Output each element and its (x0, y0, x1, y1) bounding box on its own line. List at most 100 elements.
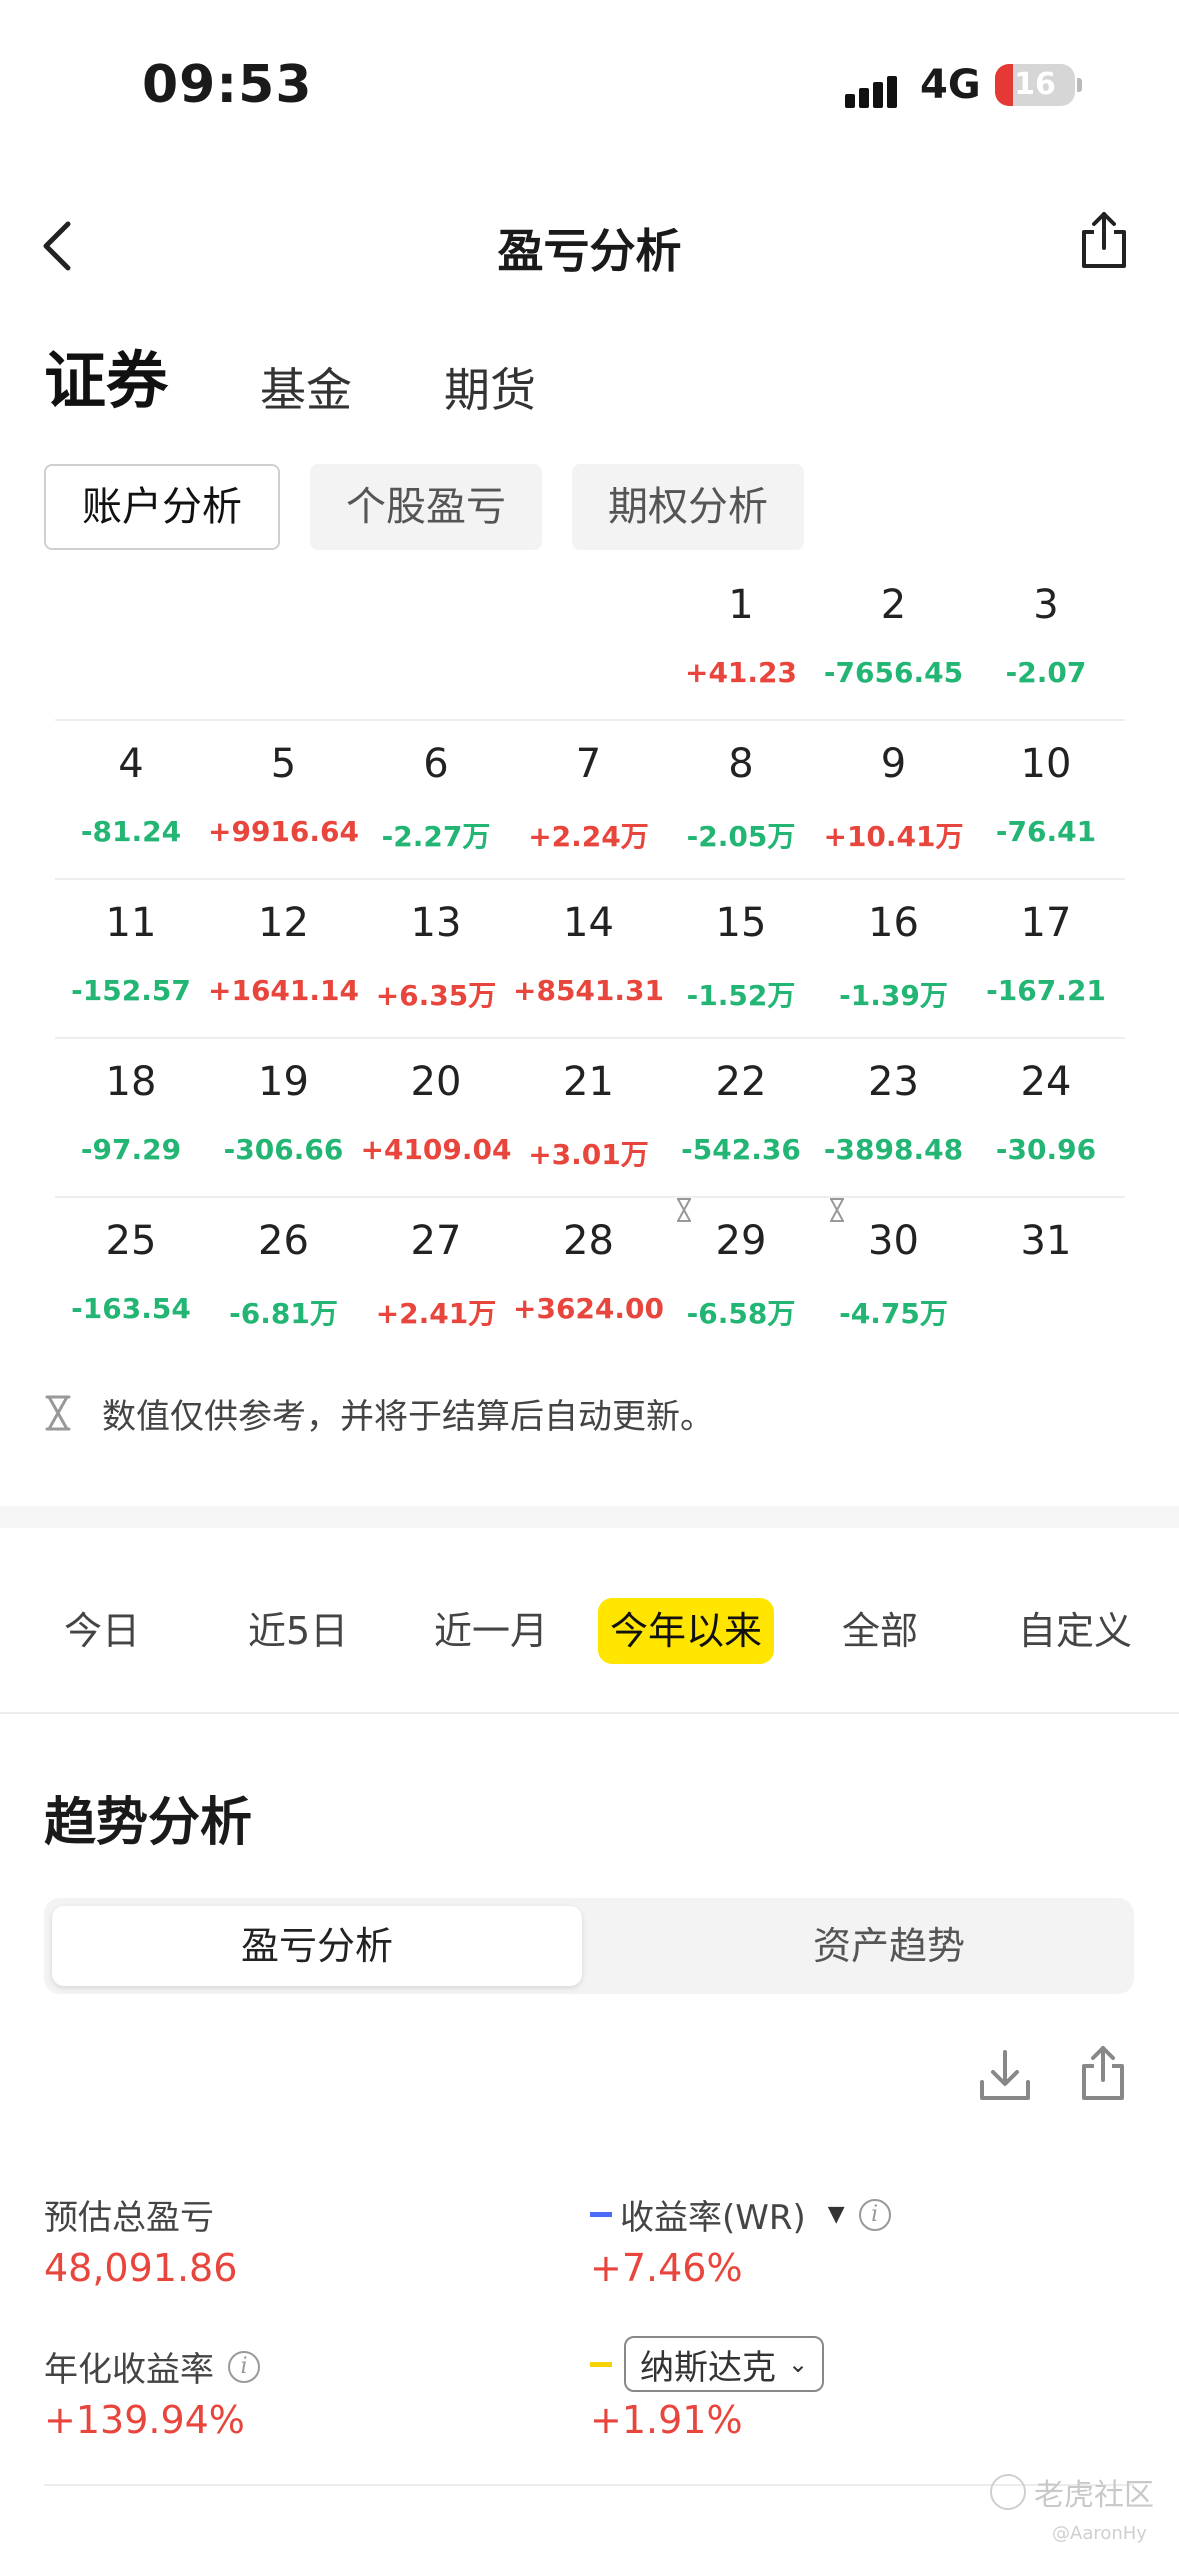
calendar-day-number: 18 (105, 1059, 157, 1105)
calendar-day-number: 20 (410, 1059, 462, 1105)
return-rate-label[interactable]: 收益率(WR) ▼ i (590, 2190, 891, 2239)
calendar-day-pnl: +3624.00 (513, 1292, 664, 1325)
calendar-day-cell[interactable]: 27 +2.41万 (360, 1198, 512, 1357)
period-custom[interactable]: 自定义 (1006, 1598, 1144, 1664)
share-chart-icon[interactable] (1078, 2044, 1128, 2102)
calendar-day-number: 28 (563, 1218, 614, 1264)
calendar-day-number: 5 (270, 741, 297, 787)
calendar-day-pnl: -7656.45 (823, 656, 964, 689)
calendar-day-cell[interactable]: 13 +6.35万 (360, 880, 512, 1039)
calendar-day-cell[interactable]: 6 -2.27万 (360, 721, 512, 880)
calendar-day-cell[interactable]: 8 -2.05万 (665, 721, 817, 880)
calendar-day-number: 8 (728, 741, 754, 787)
tab-stock-pnl[interactable]: 个股盈亏 (310, 464, 542, 550)
info-icon[interactable]: i (858, 2198, 891, 2231)
calendar-day-pnl: +9916.64 (208, 815, 359, 848)
calendar-day-cell[interactable]: 28 +3624.00 (513, 1198, 665, 1357)
segment-asset-trend[interactable]: 资产趋势 (624, 1906, 1154, 1986)
calendar-day-cell[interactable]: 10 -76.41 (970, 721, 1122, 880)
calendar-day-number: 14 (563, 900, 614, 946)
calendar-day-cell[interactable]: 20 +4109.04 (360, 1039, 512, 1198)
tab-funds[interactable]: 基金 (260, 354, 352, 420)
period-1month[interactable]: 近一月 (422, 1598, 560, 1664)
calendar-day-cell[interactable]: 23 -3898.48 (818, 1039, 970, 1198)
calendar-day-pnl: +41.23 (684, 656, 798, 689)
calendar-day-pnl: -81.24 (80, 815, 182, 848)
calendar-day-cell[interactable]: 12 +1641.14 (208, 880, 360, 1039)
calendar-day-cell[interactable]: 29 -6.58万 (665, 1198, 817, 1357)
calendar-day-number: 25 (105, 1218, 157, 1264)
calendar-day-cell[interactable]: 7 +2.24万 (513, 721, 665, 880)
calendar-day-pnl: +10.41万 (823, 820, 964, 853)
status-time: 09:53 (142, 55, 313, 115)
brand-logo-icon (990, 2474, 1026, 2510)
tab-futures[interactable]: 期货 (444, 354, 536, 420)
hourglass-icon (45, 1395, 71, 1431)
calendar-day-cell[interactable]: 9 +10.41万 (818, 721, 970, 880)
calendar-day-pnl: -76.41 (995, 815, 1097, 848)
tab-securities[interactable]: 证券 (44, 330, 168, 420)
calendar-day-number: 13 (410, 900, 462, 946)
calendar-day-pnl: -167.21 (986, 974, 1106, 1007)
segment-pnl[interactable]: 盈亏分析 (52, 1906, 582, 1986)
section-gap (0, 1506, 1179, 1528)
calendar-day-cell[interactable]: 18 -97.29 (55, 1039, 207, 1198)
watermark-user: @AaronHy (1052, 2523, 1147, 2544)
battery-tip (1077, 78, 1082, 92)
battery-level: 16 (1014, 67, 1056, 102)
calendar-day-cell[interactable]: 19 -306.66 (208, 1039, 360, 1198)
calendar-day-pnl: +6.35万 (375, 979, 497, 1012)
calendar-day-pnl: -30.96 (995, 1133, 1097, 1166)
calendar-day-pnl: +2.41万 (375, 1297, 497, 1330)
calendar-day-cell[interactable]: 16 -1.39万 (818, 880, 970, 1039)
market-tabs: 证券 基金 期货 (44, 330, 628, 420)
status-bar: 09:53 4G 16 (0, 0, 1179, 160)
calendar-day-cell[interactable]: 5 +9916.64 (208, 721, 360, 880)
calendar-day-cell[interactable]: 26 -6.81万 (208, 1198, 360, 1357)
calendar-day-pnl: +8541.31 (513, 974, 664, 1007)
period-all[interactable]: 全部 (830, 1598, 930, 1664)
battery-icon: 16 (995, 64, 1075, 106)
share-icon[interactable] (1076, 210, 1132, 270)
calendar-day-number: 19 (258, 1059, 309, 1105)
calendar-day-cell[interactable]: 15 -1.52万 (665, 880, 817, 1039)
calendar-week-row: 11 -152.57 12 +1641.14 13 +6.35万 14 +8541.31 15 -… (55, 880, 1125, 1039)
calendar-day-cell[interactable]: 24 -30.96 (970, 1039, 1122, 1198)
calendar-day-cell[interactable]: 25 -163.54 (55, 1198, 207, 1357)
total-pnl-label-text: 预估总盈亏 (44, 2198, 214, 2238)
calendar-day-cell[interactable]: 2 -7656.45 (818, 562, 970, 721)
calendar-day-number: 7 (575, 741, 602, 787)
tab-options-analysis[interactable]: 期权分析 (572, 464, 804, 550)
calendar-day-number: 12 (258, 900, 309, 946)
info-icon[interactable]: i (228, 2350, 260, 2383)
calendar-day-pnl: +4109.04 (360, 1133, 512, 1166)
calendar-day-cell[interactable]: 31 (970, 1198, 1122, 1357)
return-rate-value: +7.46% (590, 2246, 743, 2290)
annual-return-label-text: 年化收益率 (44, 2350, 214, 2390)
tab-account-analysis[interactable]: 账户分析 (44, 464, 280, 550)
calendar-day-cell[interactable]: 4 -81.24 (55, 721, 207, 880)
annual-return-value: +139.94% (44, 2398, 245, 2442)
calendar-day-cell[interactable]: 21 +3.01万 (513, 1039, 665, 1198)
calendar-day-cell[interactable]: 22 -542.36 (665, 1039, 817, 1198)
calendar-day-number: 17 (1020, 900, 1072, 946)
index-select[interactable]: 纳斯达克 ⌄ (624, 2336, 825, 2392)
calendar-day-number: 11 (105, 900, 157, 946)
period-ytd[interactable]: 今年以来 (598, 1598, 775, 1664)
trend-segment-control: 盈亏分析 资产趋势 (44, 1898, 1134, 1994)
calendar-day-cell[interactable]: 14 +8541.31 (513, 880, 665, 1039)
calendar-day-cell[interactable]: 3 -2.07 (970, 562, 1122, 721)
calendar-week-row: 25 -163.54 26 -6.81万 27 +2.41万 28 +3624.00 29 -6.… (55, 1198, 1125, 1357)
period-today[interactable]: 今日 (52, 1598, 152, 1664)
download-icon[interactable] (978, 2048, 1032, 2102)
caret-down-icon[interactable]: ▼ (828, 2202, 845, 2227)
calendar-day-cell[interactable]: 1 +41.23 (665, 562, 817, 721)
period-5days[interactable]: 近5日 (236, 1598, 360, 1664)
return-legend-line (590, 2212, 612, 2217)
index-legend-line (590, 2361, 612, 2367)
calendar-day-cell[interactable]: 11 -152.57 (55, 880, 207, 1039)
calendar-day-cell[interactable]: 30 -4.75万 (818, 1198, 970, 1357)
calendar-day-pnl: -542.36 (681, 1133, 801, 1166)
index-return-value: +1.91% (590, 2398, 743, 2442)
calendar-day-cell[interactable]: 17 -167.21 (970, 880, 1122, 1039)
